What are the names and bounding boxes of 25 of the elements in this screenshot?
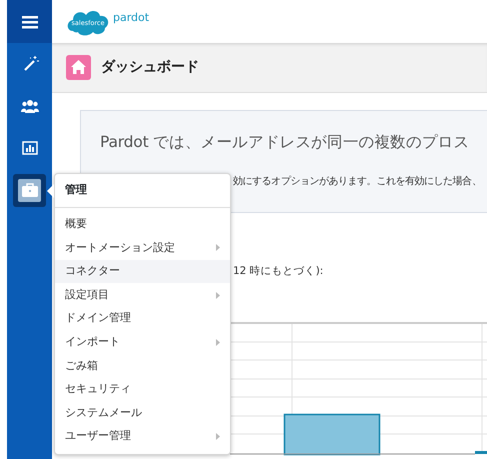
chart-caption: 12 時にもとづく): xyxy=(233,265,324,277)
submenu-caret-icon xyxy=(216,244,220,252)
menu-item[interactable]: システムメール xyxy=(55,401,230,425)
submenu-caret-icon xyxy=(216,433,220,440)
menu-item[interactable]: ごみ箱 xyxy=(55,354,230,378)
briefcase-icon xyxy=(20,181,38,199)
menu-item[interactable]: 設定項目 xyxy=(55,283,230,307)
sidebar-button[interactable] xyxy=(7,0,52,43)
menu-item[interactable]: コネクター xyxy=(55,260,230,284)
menu-item[interactable]: インポート xyxy=(55,330,230,354)
notice-text: 効にするオプションがあります。これを有効にした場合、 xyxy=(233,174,482,190)
menu-item[interactable]: セキュリティ xyxy=(55,378,230,402)
product-name: pardot xyxy=(113,10,150,26)
submenu-caret-icon xyxy=(216,338,220,346)
menu-item[interactable]: オートメーション設定 xyxy=(55,236,230,260)
menu-item[interactable]: ドメイン管理 xyxy=(55,306,230,330)
submenu-caret-icon xyxy=(216,292,220,299)
notice-heading: Pardot では、メールアドレスが同一の複数のプロス xyxy=(100,132,470,153)
people-icon xyxy=(20,97,38,115)
menu-title: 管理 xyxy=(55,174,230,208)
menu-item[interactable]: 概要 xyxy=(55,212,230,236)
page-title: ダッシュボード xyxy=(101,59,199,76)
home-icon xyxy=(66,55,91,80)
report-icon xyxy=(20,139,38,157)
menu-item[interactable]: ユーザー管理 xyxy=(55,424,230,448)
